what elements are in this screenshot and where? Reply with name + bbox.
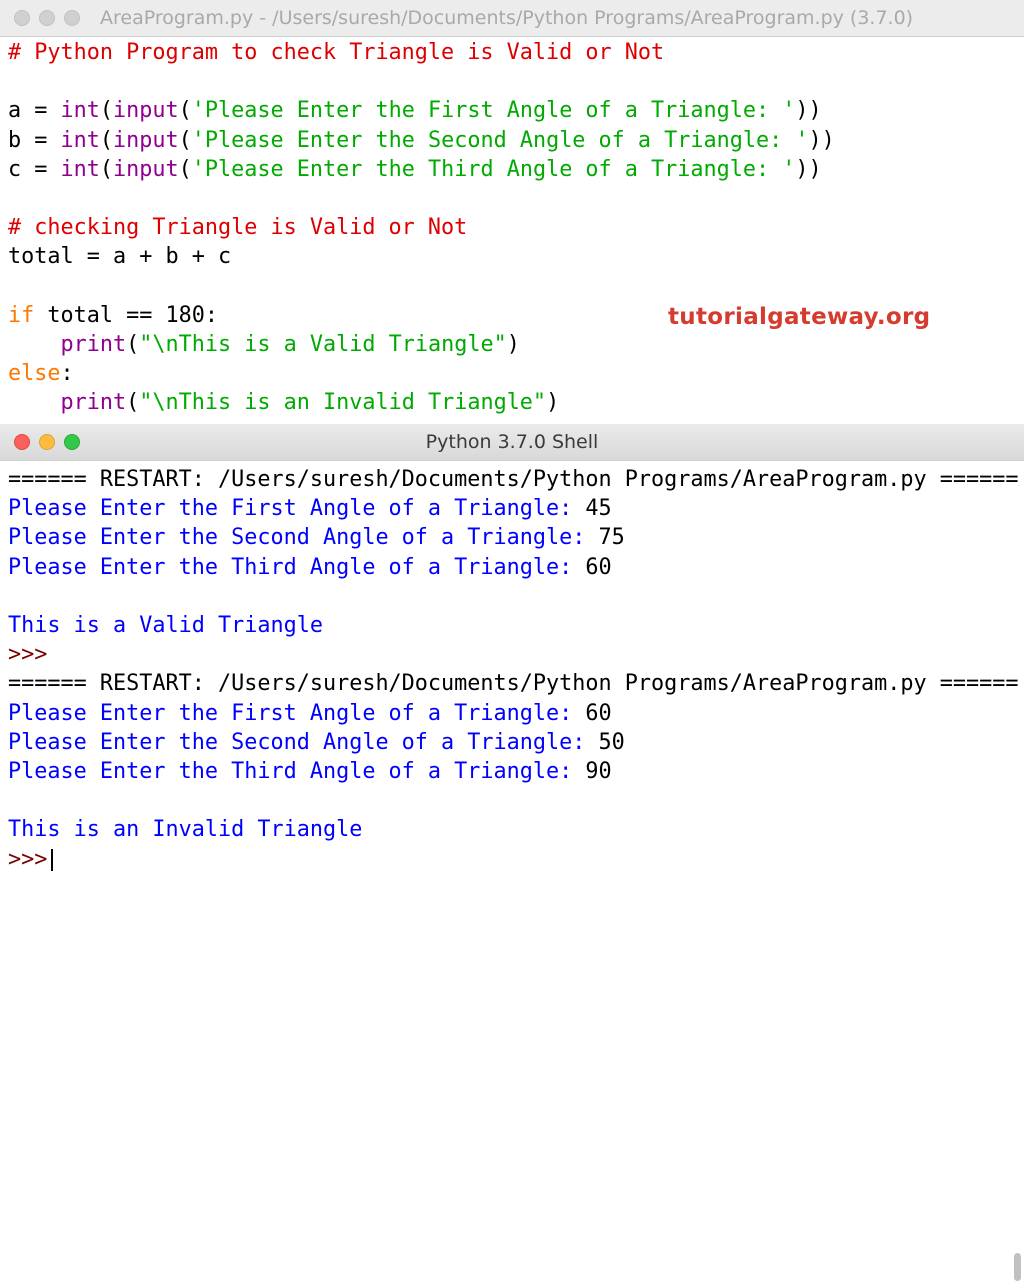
- shell-prompt: >>>: [8, 846, 48, 872]
- comment: # checking Triangle is Valid or Not: [8, 215, 468, 241]
- result-line: This is an Invalid Triangle: [8, 817, 363, 843]
- code-line-1: # Python Program to check Triangle is Va…: [8, 38, 1024, 67]
- restart-line: ====== RESTART: /Users/suresh/Documents/…: [8, 467, 1019, 492]
- comment: # Python Program to check Triangle is Va…: [8, 40, 665, 65]
- zoom-button[interactable]: [64, 10, 80, 26]
- input-line: Please Enter the Third Angle of a Triang…: [8, 759, 612, 785]
- input-line: Please Enter the First Angle of a Triang…: [8, 700, 612, 726]
- code-line-7: # checking Triangle is Valid or Not: [8, 213, 1024, 242]
- window-title: AreaProgram.py - /Users/suresh/Documents…: [100, 7, 914, 29]
- code-editor[interactable]: # Python Program to check Triangle is Va…: [0, 37, 1024, 418]
- code-line-12: else:: [8, 361, 74, 387]
- minimize-button[interactable]: [39, 434, 55, 450]
- code-line-5: c = int(input('Please Enter the Third An…: [8, 156, 822, 182]
- result-line: This is a Valid Triangle: [8, 613, 323, 639]
- window-title: Python 3.7.0 Shell: [425, 431, 599, 453]
- minimize-button[interactable]: [39, 10, 55, 26]
- shell-titlebar: Python 3.7.0 Shell: [0, 424, 1024, 461]
- text-cursor: [51, 848, 54, 871]
- code-line-11: print("\nThis is a Valid Triangle"): [60, 332, 520, 358]
- active-prompt-line[interactable]: >>>: [8, 845, 1024, 874]
- shell-prompt: >>>: [8, 642, 48, 668]
- input-line: Please Enter the Second Angle of a Trian…: [8, 525, 625, 551]
- close-button[interactable]: [14, 10, 30, 26]
- editor-window: AreaProgram.py - /Users/suresh/Documents…: [0, 0, 1024, 424]
- zoom-button[interactable]: [64, 434, 80, 450]
- shell-window: Python 3.7.0 Shell ====== RESTART: /User…: [0, 424, 1024, 1281]
- code-line-13: print("\nThis is an Invalid Triangle"): [60, 390, 560, 416]
- code-line-3: a = int(input('Please Enter the First An…: [8, 98, 822, 124]
- window-controls: [14, 434, 80, 450]
- input-line: Please Enter the Second Angle of a Trian…: [8, 729, 625, 755]
- code-line-8: total = a + b + c: [8, 244, 232, 270]
- scrollbar-thumb[interactable]: [1014, 1253, 1021, 1281]
- shell-output[interactable]: ====== RESTART: /Users/suresh/Documents/…: [0, 461, 1024, 874]
- input-line: Please Enter the First Angle of a Triang…: [8, 496, 612, 522]
- close-button[interactable]: [14, 434, 30, 450]
- window-controls: [14, 10, 80, 26]
- editor-titlebar: AreaProgram.py - /Users/suresh/Documents…: [0, 0, 1024, 37]
- restart-line: ====== RESTART: /Users/suresh/Documents/…: [8, 671, 1019, 697]
- code-line-4: b = int(input('Please Enter the Second A…: [8, 127, 835, 153]
- input-line: Please Enter the Third Angle of a Triang…: [8, 554, 612, 580]
- watermark-logo: tutorialgateway.org: [668, 304, 931, 330]
